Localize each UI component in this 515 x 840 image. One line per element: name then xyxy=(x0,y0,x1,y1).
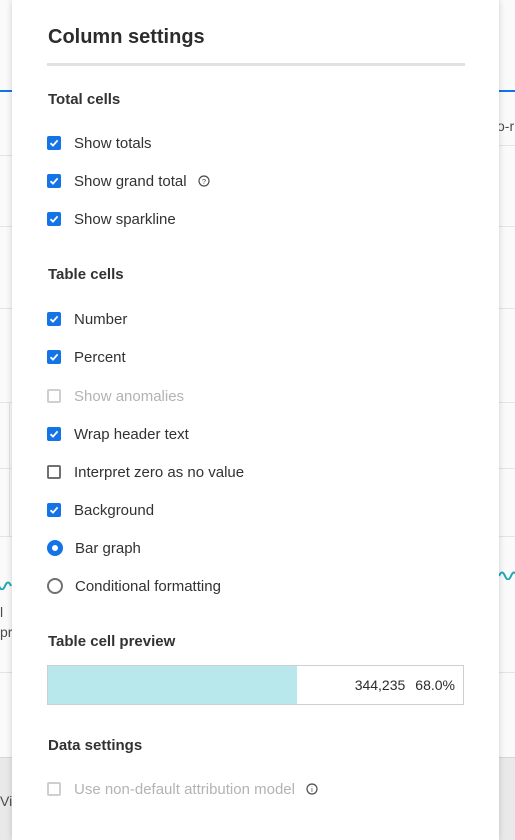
help-icon[interactable]: ? xyxy=(197,175,210,187)
background-row-divider xyxy=(0,308,12,309)
show-totals-label: Show totals xyxy=(74,134,152,152)
table-cell-preview: 344,235 68.0% xyxy=(47,665,464,705)
show-sparkline-option[interactable]: Show sparkline xyxy=(47,208,176,230)
bar-graph-option[interactable]: Bar graph xyxy=(47,537,141,559)
total-cells-heading: Total cells xyxy=(48,91,121,108)
title-divider xyxy=(47,63,465,66)
data-settings-heading: Data settings xyxy=(48,737,143,754)
preview-number: 344,235 xyxy=(354,677,406,693)
background-label: Background xyxy=(74,501,155,519)
background-row-divider xyxy=(499,536,515,537)
show-grand-total-checkbox[interactable] xyxy=(47,174,61,188)
checkmark-icon xyxy=(49,177,59,185)
show-sparkline-checkbox[interactable] xyxy=(47,212,61,226)
table-cells-heading: Table cells xyxy=(48,266,124,283)
bar-graph-label: Bar graph xyxy=(75,539,141,557)
background-tab-underline-right xyxy=(499,90,515,92)
show-anomalies-option: Show anomalies xyxy=(47,385,184,407)
percent-checkbox[interactable] xyxy=(47,350,61,364)
panel-title: Column settings xyxy=(48,26,205,48)
background-fragment-text: Vi xyxy=(0,793,13,809)
background-row-divider xyxy=(0,402,12,403)
wrap-header-text-label: Wrap header text xyxy=(74,425,189,443)
show-totals-option[interactable]: Show totals xyxy=(47,132,152,154)
svg-text:?: ? xyxy=(201,177,205,186)
checkmark-icon xyxy=(49,315,59,323)
background-row-divider xyxy=(0,155,12,156)
show-sparkline-label: Show sparkline xyxy=(74,210,176,228)
checkmark-icon xyxy=(49,353,59,361)
svg-text:i: i xyxy=(311,785,313,794)
attribution-model-label: Use non-default attribution model xyxy=(74,780,295,798)
background-row-divider xyxy=(499,308,515,309)
background-col-divider xyxy=(9,402,10,536)
preview-values: 344,235 68.0% xyxy=(355,666,455,704)
background-row-divider xyxy=(0,672,12,673)
background-option[interactable]: Background xyxy=(47,499,154,521)
checkmark-icon xyxy=(49,430,59,438)
interpret-zero-label: Interpret zero as no value xyxy=(74,463,245,481)
background-row-divider xyxy=(499,468,515,469)
background-row-divider xyxy=(499,402,515,403)
interpret-zero-checkbox[interactable] xyxy=(47,465,61,479)
background-row-divider xyxy=(499,226,515,227)
show-anomalies-label: Show anomalies xyxy=(74,387,185,405)
table-cell-preview-heading: Table cell preview xyxy=(48,633,176,650)
wrap-header-text-checkbox[interactable] xyxy=(47,427,61,441)
column-settings-panel: Column settings Total cells Show totals … xyxy=(12,0,499,840)
show-grand-total-option[interactable]: Show grand total ? xyxy=(47,170,210,192)
background-row-divider xyxy=(0,226,12,227)
number-option[interactable]: Number xyxy=(47,308,127,330)
background-tab-underline xyxy=(0,90,12,92)
bar-graph-radio[interactable] xyxy=(47,540,63,556)
background-row-divider xyxy=(499,145,515,146)
show-grand-total-label: Show grand total xyxy=(74,172,187,190)
background-row-divider xyxy=(499,672,515,673)
show-anomalies-checkbox xyxy=(47,389,61,403)
number-checkbox[interactable] xyxy=(47,312,61,326)
interpret-zero-option[interactable]: Interpret zero as no value xyxy=(47,461,244,483)
checkmark-icon xyxy=(49,139,59,147)
conditional-formatting-label: Conditional formatting xyxy=(75,577,221,595)
attribution-model-option: Use non-default attribution model i xyxy=(47,778,318,800)
background-fragment-text: o-r xyxy=(497,118,515,134)
checkmark-icon xyxy=(49,215,59,223)
attribution-model-checkbox xyxy=(47,782,61,796)
checkmark-icon xyxy=(49,506,59,514)
preview-bar-graph xyxy=(48,666,297,704)
wrap-header-text-option[interactable]: Wrap header text xyxy=(47,423,189,445)
preview-percent: 68.0% xyxy=(415,677,455,693)
background-fragment-text: pr xyxy=(0,624,13,640)
number-label: Number xyxy=(74,310,128,328)
background-sparkline-icon xyxy=(498,571,515,580)
background-fragment-text: l xyxy=(0,604,4,620)
background-checkbox[interactable] xyxy=(47,503,61,517)
percent-label: Percent xyxy=(74,348,126,366)
conditional-formatting-radio[interactable] xyxy=(47,578,63,594)
background-row-divider xyxy=(0,468,12,469)
info-icon[interactable]: i xyxy=(306,783,318,795)
show-totals-checkbox[interactable] xyxy=(47,136,61,150)
background-row-divider xyxy=(0,536,12,537)
conditional-formatting-option[interactable]: Conditional formatting xyxy=(47,575,221,597)
percent-option[interactable]: Percent xyxy=(47,346,126,368)
